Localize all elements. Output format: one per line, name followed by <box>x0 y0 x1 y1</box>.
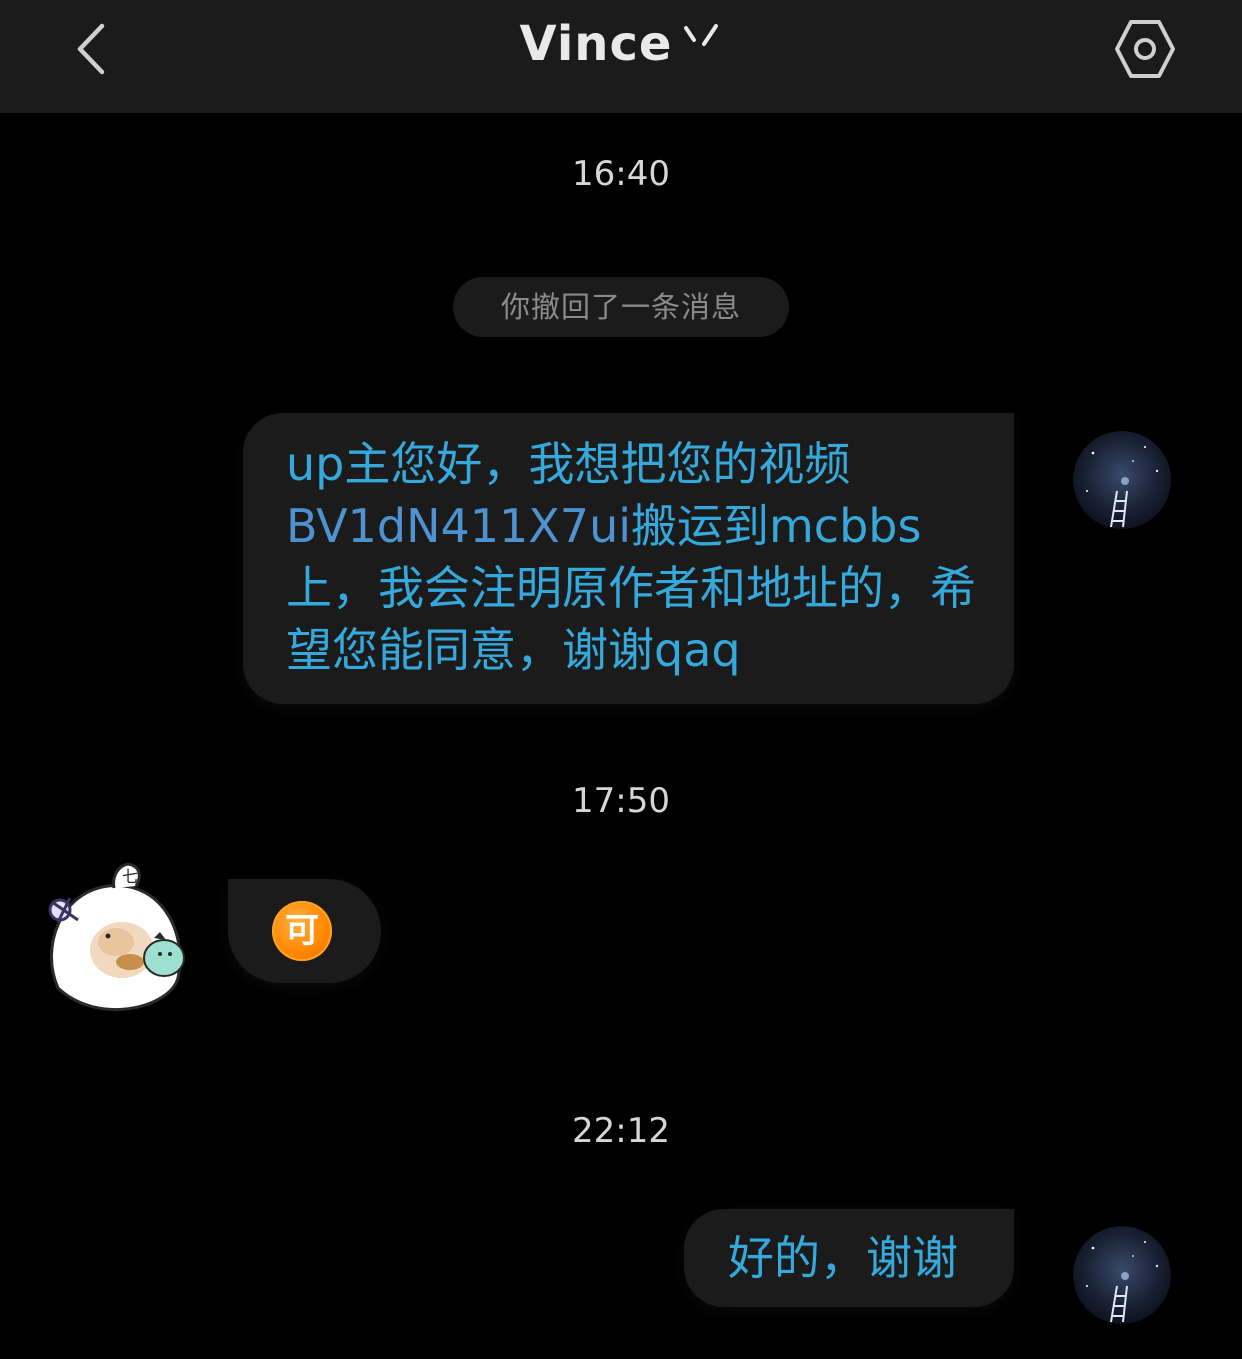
recall-notice: 你撤回了一条消息 <box>453 277 789 337</box>
settings-button[interactable] <box>1112 16 1178 82</box>
chat-title[interactable]: Vince <box>520 16 673 72</box>
hexagon-settings-icon <box>1115 20 1175 78</box>
timestamp: 16:40 <box>572 154 670 194</box>
message-bubble-outgoing[interactable]: 好的，谢谢 <box>684 1209 1014 1307</box>
avatar-other[interactable]: 七 <box>38 858 194 1024</box>
message-text-segment: up主您好，我想把您的视频 <box>286 437 851 491</box>
message-bubble-outgoing[interactable]: up主您好，我想把您的视频BV1dN411X7ui搬运到mcbbs上，我会注明原… <box>243 413 1014 704</box>
timestamp: 17:50 <box>572 781 670 821</box>
svg-text:七: 七 <box>122 867 138 886</box>
avatar-self[interactable] <box>1073 431 1171 529</box>
avatar-self[interactable] <box>1073 1226 1171 1324</box>
chat-screen: Vince 16:40 你撤回了一条消息 up主您好，我想把您的视频 BV1dN4… <box>0 0 1242 1359</box>
video-link[interactable]: BV1dN411X7ui <box>286 499 631 553</box>
emoji-sticker: 可 <box>272 901 332 961</box>
message-text: up主您好，我想把您的视频BV1dN411X7ui搬运到mcbbs上，我会注明原… <box>286 433 986 681</box>
message-bubble-incoming[interactable]: 可 <box>228 879 381 983</box>
hamster-avatar-image: 七 <box>48 862 185 1011</box>
moon-avatar-image <box>1073 1226 1171 1324</box>
moon-avatar-image <box>1073 431 1171 529</box>
title-area: Vince <box>0 16 1242 72</box>
timestamp: 22:12 <box>572 1111 670 1151</box>
chat-header: Vince <box>0 0 1242 113</box>
message-text: 好的，谢谢 <box>728 1231 958 1285</box>
title-decoration-icon <box>684 24 719 46</box>
